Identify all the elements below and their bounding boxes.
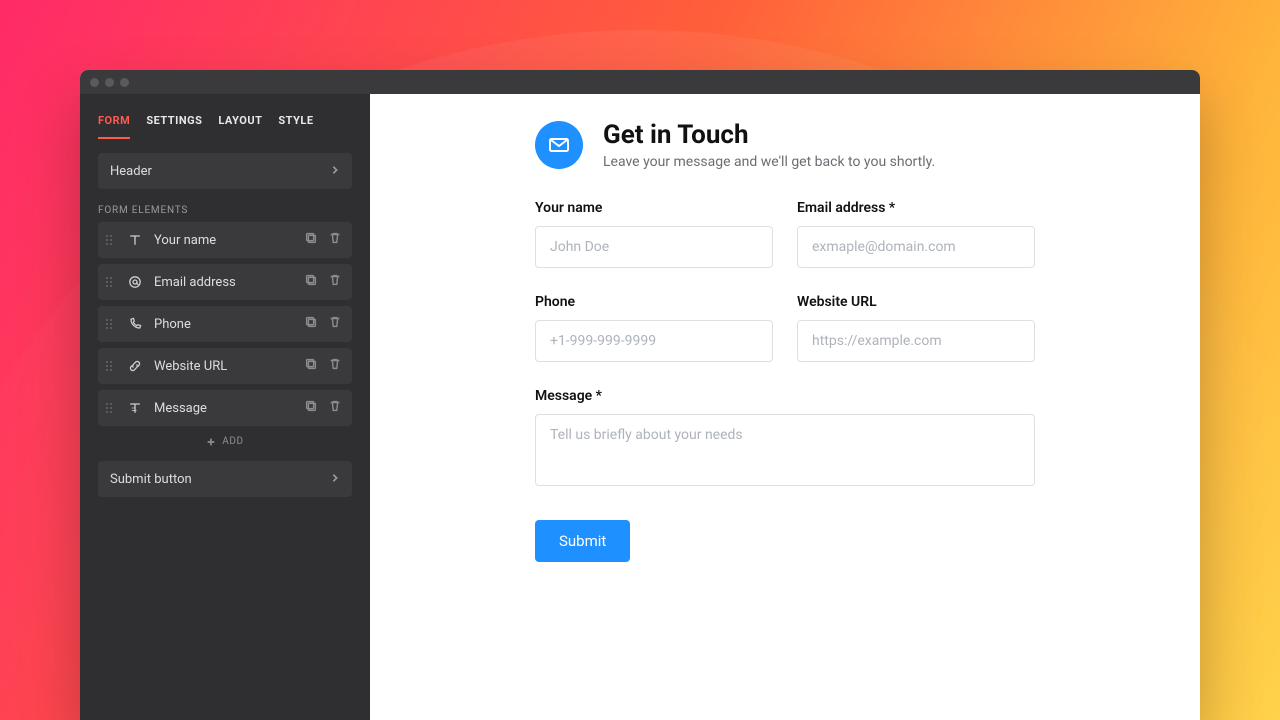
- window-minimize-icon[interactable]: [105, 78, 114, 87]
- envelope-icon: [535, 121, 583, 169]
- window-titlebar: [80, 70, 1200, 94]
- drag-handle-icon[interactable]: [106, 319, 116, 329]
- element-row-message[interactable]: Message: [98, 390, 352, 426]
- sidebar-header-row[interactable]: Header: [98, 153, 352, 189]
- form-subtitle: Leave your message and we'll get back to…: [603, 154, 935, 170]
- form-elements-list: Your name Email address: [80, 222, 370, 426]
- tab-layout[interactable]: LAYOUT: [218, 108, 262, 139]
- add-label: ADD: [222, 436, 243, 447]
- link-icon: [126, 357, 144, 375]
- duplicate-icon[interactable]: [304, 315, 318, 333]
- input-message[interactable]: [535, 414, 1035, 486]
- chevron-right-icon: [330, 472, 340, 487]
- tab-form[interactable]: FORM: [98, 108, 130, 139]
- text-icon: [126, 231, 144, 249]
- label-phone: Phone: [535, 294, 773, 310]
- field-website: Website URL: [797, 294, 1035, 362]
- field-your-name: Your name: [535, 200, 773, 268]
- duplicate-icon[interactable]: [304, 273, 318, 291]
- element-label: Message: [154, 401, 294, 416]
- duplicate-icon[interactable]: [304, 231, 318, 249]
- submit-button[interactable]: Submit: [535, 520, 630, 562]
- form-title: Get in Touch: [603, 120, 935, 150]
- field-email: Email address *: [797, 200, 1035, 268]
- sidebar: FORM SETTINGS LAYOUT STYLE Header FORM E…: [80, 94, 370, 720]
- input-website[interactable]: [797, 320, 1035, 362]
- app-window: FORM SETTINGS LAYOUT STYLE Header FORM E…: [80, 70, 1200, 720]
- label-website: Website URL: [797, 294, 1035, 310]
- tab-style[interactable]: STYLE: [278, 108, 313, 139]
- plus-icon: [206, 437, 216, 447]
- label-email: Email address *: [797, 200, 1035, 216]
- drag-handle-icon[interactable]: [106, 361, 116, 371]
- element-label: Email address: [154, 275, 294, 290]
- element-label: Your name: [154, 233, 294, 248]
- input-your-name[interactable]: [535, 226, 773, 268]
- delete-icon[interactable]: [328, 273, 342, 291]
- sidebar-submit-row[interactable]: Submit button: [98, 461, 352, 497]
- add-element-button[interactable]: ADD: [80, 426, 370, 461]
- element-label: Phone: [154, 317, 294, 332]
- chevron-right-icon: [330, 164, 340, 179]
- sidebar-submit-label: Submit button: [110, 472, 192, 487]
- form-preview: Get in Touch Leave your message and we'l…: [370, 94, 1200, 720]
- drag-handle-icon[interactable]: [106, 277, 116, 287]
- element-row-your-name[interactable]: Your name: [98, 222, 352, 258]
- window-close-icon[interactable]: [90, 78, 99, 87]
- delete-icon[interactable]: [328, 315, 342, 333]
- message-icon: [126, 399, 144, 417]
- input-phone[interactable]: [535, 320, 773, 362]
- delete-icon[interactable]: [328, 399, 342, 417]
- element-label: Website URL: [154, 359, 294, 374]
- form-elements-label: FORM ELEMENTS: [80, 189, 370, 222]
- delete-icon[interactable]: [328, 231, 342, 249]
- element-row-email[interactable]: Email address: [98, 264, 352, 300]
- input-email[interactable]: [797, 226, 1035, 268]
- duplicate-icon[interactable]: [304, 399, 318, 417]
- phone-icon: [126, 315, 144, 333]
- drag-handle-icon[interactable]: [106, 403, 116, 413]
- drag-handle-icon[interactable]: [106, 235, 116, 245]
- sidebar-tabs: FORM SETTINGS LAYOUT STYLE: [80, 94, 370, 139]
- sidebar-header-label: Header: [110, 164, 152, 179]
- field-phone: Phone: [535, 294, 773, 362]
- form-header: Get in Touch Leave your message and we'l…: [535, 120, 1035, 170]
- label-message: Message *: [535, 388, 1035, 404]
- tab-settings[interactable]: SETTINGS: [146, 108, 202, 139]
- duplicate-icon[interactable]: [304, 357, 318, 375]
- label-your-name: Your name: [535, 200, 773, 216]
- at-icon: [126, 273, 144, 291]
- element-row-phone[interactable]: Phone: [98, 306, 352, 342]
- field-message: Message *: [535, 388, 1035, 490]
- delete-icon[interactable]: [328, 357, 342, 375]
- window-maximize-icon[interactable]: [120, 78, 129, 87]
- element-row-website[interactable]: Website URL: [98, 348, 352, 384]
